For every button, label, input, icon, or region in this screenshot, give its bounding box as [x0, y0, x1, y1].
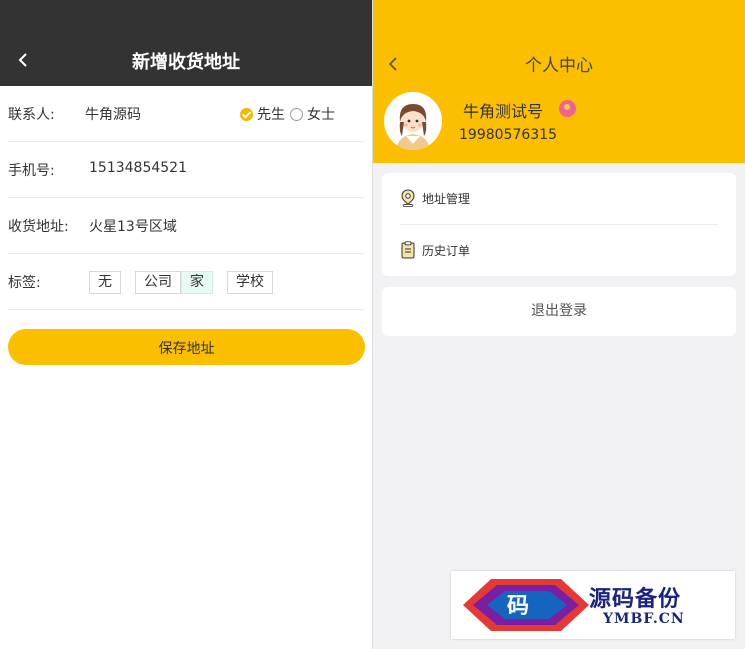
address-label: 收货地址:	[8, 219, 69, 235]
avatar[interactable]	[384, 92, 442, 150]
contact-label: 联系人:	[8, 107, 55, 123]
logout-card: 退出登录	[382, 287, 736, 336]
watermark-logo: 码 源码备份 YMBF.CN	[451, 571, 735, 639]
menu-card: 地址管理 历史订单	[382, 173, 736, 276]
user-phone: 19980576315	[459, 127, 557, 143]
user-name: 牛角测试号	[463, 102, 544, 121]
profile-screen: 个人中心 牛角测试号 19980576315 地址管理 历史订单 退出登录	[373, 0, 745, 649]
address-input[interactable]: 火星13号区域	[89, 216, 177, 236]
radio-checked-icon	[240, 107, 253, 121]
tag-option-selected[interactable]: 家	[181, 271, 213, 294]
gender-badge-icon	[559, 100, 576, 117]
phone-label: 手机号:	[8, 163, 55, 179]
address-row: 收货地址: 火星13号区域	[8, 198, 364, 254]
watermark-cn-text: 源码备份	[589, 587, 682, 612]
profile-header: 个人中心 牛角测试号 19980576315	[373, 0, 745, 163]
add-address-screen: 新增收货地址 联系人: 牛角源码 先生 女士 手机号: 15134854521 …	[0, 0, 372, 649]
menu-item-label: 历史订单	[422, 244, 471, 258]
tag-option[interactable]: 无	[89, 271, 121, 294]
menu-item-address[interactable]: 地址管理	[400, 173, 718, 225]
page-title: 新增收货地址	[132, 52, 240, 73]
contact-input[interactable]: 牛角源码	[85, 104, 141, 124]
tag-option[interactable]: 公司	[135, 271, 181, 294]
radio-unchecked-icon	[290, 107, 303, 121]
contact-row: 联系人: 牛角源码 先生 女士	[8, 86, 364, 142]
save-address-button[interactable]: 保存地址	[8, 329, 365, 365]
page-title: 个人中心	[525, 56, 593, 76]
header-bar: 新增收货地址	[0, 0, 372, 86]
tags-row: 标签: 无 公司 家 学校	[8, 254, 364, 310]
watermark-char: 码	[507, 594, 530, 619]
location-pin-icon	[401, 189, 415, 207]
watermark-en-text: YMBF.CN	[603, 611, 685, 627]
gender-radio-female[interactable]: 女士	[290, 104, 335, 124]
menu-item-label: 地址管理	[422, 192, 471, 206]
phone-input[interactable]: 15134854521	[89, 160, 187, 176]
phone-row: 手机号: 15134854521	[8, 142, 364, 198]
clipboard-icon	[401, 241, 415, 259]
gender-option-label: 女士	[307, 107, 335, 123]
tags-label: 标签:	[8, 275, 41, 291]
gender-option-label: 先生	[257, 107, 285, 123]
avatar-girl-icon	[384, 92, 442, 150]
gender-radio-male[interactable]: 先生	[240, 104, 285, 124]
logout-button[interactable]: 退出登录	[382, 287, 736, 336]
menu-item-orders[interactable]: 历史订单	[400, 225, 718, 276]
tag-option[interactable]: 学校	[227, 271, 273, 294]
